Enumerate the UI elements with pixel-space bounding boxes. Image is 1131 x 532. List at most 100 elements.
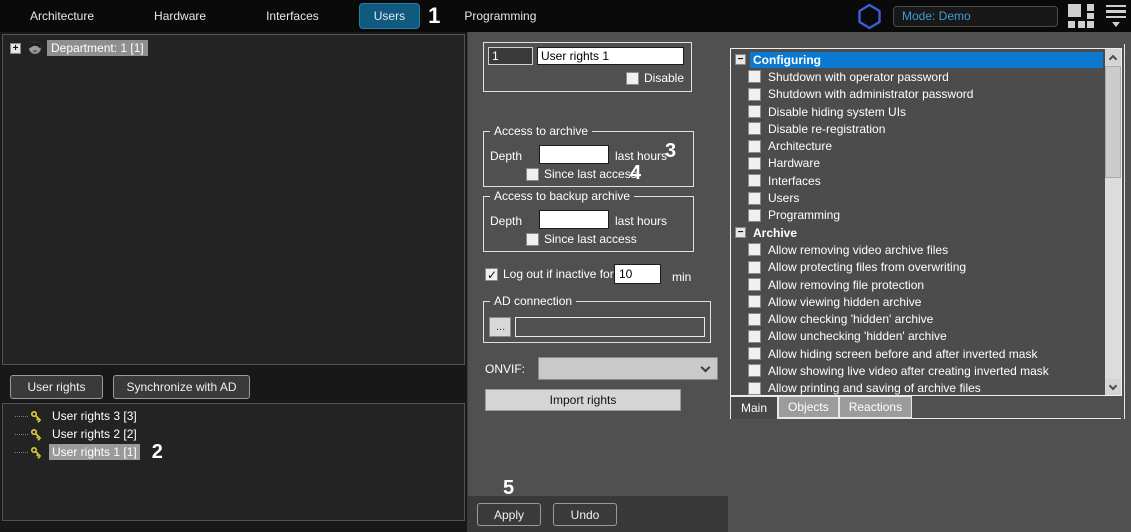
ad-browse-button[interactable]: ... (489, 317, 511, 337)
rights-item-row[interactable]: Allow unchecking 'hidden' archive (731, 328, 1121, 345)
checkbox[interactable] (748, 105, 761, 119)
collapse-icon[interactable] (735, 227, 746, 239)
ad-connection-field[interactable] (515, 317, 705, 337)
tab-hardware[interactable]: Hardware (144, 3, 216, 29)
backup-depth-field[interactable] (539, 210, 609, 229)
apply-button[interactable]: Apply (477, 503, 541, 526)
scrollbar[interactable] (1105, 49, 1121, 395)
list-item[interactable]: User rights 3 [3] (3, 407, 464, 425)
rights-item-row[interactable]: Allow viewing hidden archive (731, 293, 1121, 310)
rights-item-label[interactable]: Interfaces (768, 174, 821, 188)
disable-checkbox[interactable] (626, 71, 639, 85)
undo-button[interactable]: Undo (553, 503, 617, 526)
checkbox[interactable] (748, 260, 761, 274)
rights-item-row[interactable]: Disable hiding system UIs (731, 103, 1121, 120)
rights-item-row[interactable]: Allow protecting files from overwriting (731, 259, 1121, 276)
tree-row-department[interactable]: Department: 1 [1] (10, 40, 464, 56)
rights-item-row[interactable]: Hardware (731, 155, 1121, 172)
import-rights-button[interactable]: Import rights (485, 389, 681, 411)
rights-item-label[interactable]: Allow removing file protection (768, 278, 924, 292)
checkbox[interactable] (748, 364, 761, 378)
rights-item-row[interactable]: Allow removing file protection (731, 276, 1121, 293)
scroll-up-icon[interactable] (1105, 49, 1121, 65)
archive-depth-field[interactable] (539, 145, 609, 164)
checkbox[interactable] (748, 312, 761, 326)
rights-item-row[interactable]: Allow removing video archive files (731, 241, 1121, 258)
checkbox[interactable] (748, 295, 761, 309)
tab-reactions[interactable]: Reactions (838, 396, 913, 418)
rights-item-label[interactable]: Allow protecting files from overwriting (768, 260, 966, 274)
checkbox[interactable] (748, 87, 761, 101)
rights-item-row[interactable]: Shutdown with administrator password (731, 86, 1121, 103)
checkbox[interactable] (748, 208, 761, 222)
rights-item-row[interactable]: Allow showing live video after creating … (731, 362, 1121, 379)
tab-interfaces[interactable]: Interfaces (256, 3, 329, 29)
tab-users[interactable]: Users (358, 3, 421, 29)
since-last-access-checkbox[interactable] (526, 167, 539, 181)
layout-grid-icon[interactable] (1068, 4, 1095, 28)
checkbox[interactable] (748, 243, 761, 257)
synchronize-with-ad-button[interactable]: Synchronize with AD (113, 375, 250, 399)
rights-item-row[interactable]: Allow printing and saving of archive fil… (731, 380, 1121, 397)
since-last-access-checkbox[interactable] (526, 232, 539, 246)
checkbox[interactable] (748, 278, 761, 291)
user-rights-item-label[interactable]: User rights 2 [2] (49, 426, 140, 442)
onvif-dropdown[interactable] (538, 357, 718, 380)
user-rights-item-label[interactable]: User rights 3 [3] (49, 408, 140, 424)
rights-item-row[interactable]: Architecture (731, 137, 1121, 154)
checkbox[interactable] (748, 381, 761, 395)
rights-item-label[interactable]: Allow removing video archive files (768, 243, 948, 257)
checkbox[interactable] (748, 174, 761, 188)
rights-item-row[interactable]: Programming (731, 207, 1121, 224)
user-rights-item-label[interactable]: User rights 1 [1] (49, 444, 140, 460)
rights-item-row[interactable]: Interfaces (731, 172, 1121, 189)
list-item[interactable]: User rights 1 [1] 2 (3, 442, 464, 462)
scroll-down-icon[interactable] (1105, 379, 1121, 395)
rights-item-row[interactable]: Shutdown with operator password (731, 68, 1121, 85)
rights-item-label[interactable]: Disable hiding system UIs (768, 105, 906, 119)
tab-main[interactable]: Main (730, 396, 779, 419)
mode-field[interactable] (893, 5, 1058, 27)
checkbox[interactable] (748, 122, 761, 136)
rights-item-row[interactable]: Allow checking 'hidden' archive (731, 310, 1121, 327)
rights-id-field[interactable] (488, 47, 533, 65)
rights-item-label[interactable]: Allow showing live video after creating … (768, 364, 1049, 378)
scrollbar-thumb[interactable] (1105, 66, 1121, 178)
list-item[interactable]: User rights 2 [2] (3, 425, 464, 443)
rights-item-label[interactable]: Hardware (768, 156, 820, 170)
rights-item-row[interactable]: Users (731, 189, 1121, 206)
rights-item-label[interactable]: Allow unchecking 'hidden' archive (768, 329, 947, 343)
user-rights-button[interactable]: User rights (10, 375, 103, 399)
tree-node-department[interactable]: Department: 1 [1] (47, 40, 148, 56)
tab-programming[interactable]: Programming (454, 3, 546, 29)
rights-item-label[interactable]: Shutdown with administrator password (768, 87, 973, 101)
checkbox[interactable] (748, 191, 761, 205)
rights-group-row[interactable]: Archive (731, 224, 1121, 241)
rights-item-label[interactable]: Allow checking 'hidden' archive (768, 312, 933, 326)
rights-item-row[interactable]: Disable re-registration (731, 120, 1121, 137)
hamburger-menu-icon[interactable] (1105, 4, 1127, 28)
rights-item-label[interactable]: Allow hiding screen before and after inv… (768, 347, 1037, 361)
rights-item-label[interactable]: Shutdown with operator password (768, 70, 949, 84)
rights-item-row[interactable]: Allow hiding screen before and after inv… (731, 345, 1121, 362)
checkbox[interactable] (748, 329, 761, 343)
checkbox[interactable] (748, 70, 761, 84)
rights-group-archive[interactable]: Archive (750, 225, 1103, 241)
rights-item-label[interactable]: Allow viewing hidden archive (768, 295, 921, 309)
rights-item-label[interactable]: Disable re-registration (768, 122, 885, 136)
logout-minutes-field[interactable] (614, 264, 661, 284)
rights-item-label[interactable]: Users (768, 191, 799, 205)
rights-group-row[interactable]: Configuring (731, 51, 1121, 68)
checkbox[interactable] (748, 156, 761, 170)
tab-architecture[interactable]: Architecture (20, 3, 104, 29)
tab-objects[interactable]: Objects (778, 396, 839, 418)
rights-item-label[interactable]: Architecture (768, 139, 832, 153)
checkbox[interactable] (748, 139, 761, 153)
checkbox[interactable] (748, 347, 761, 361)
expand-icon[interactable] (10, 42, 21, 54)
rights-item-label[interactable]: Allow printing and saving of archive fil… (768, 381, 981, 395)
rights-group-configuring[interactable]: Configuring (750, 51, 1103, 68)
rights-item-label[interactable]: Programming (768, 208, 840, 222)
rights-name-field[interactable] (537, 47, 684, 65)
collapse-icon[interactable] (735, 54, 746, 66)
